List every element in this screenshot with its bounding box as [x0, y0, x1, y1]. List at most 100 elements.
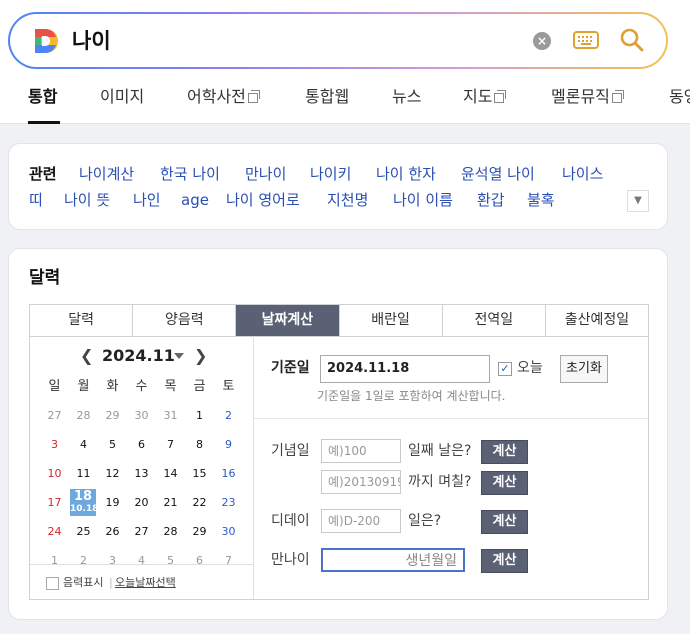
reset-button[interactable]: 초기화	[560, 355, 608, 383]
calendar-day[interactable]: 20	[127, 495, 156, 511]
active-tab-indicator	[28, 121, 60, 124]
related-link[interactable]: 나이 한자	[376, 164, 436, 184]
calendar-day[interactable]: 13	[127, 466, 156, 482]
calendar-day[interactable]: 3	[40, 437, 69, 453]
tab-map[interactable]: 지도	[463, 86, 507, 108]
calendar-day[interactable]: 6	[127, 437, 156, 453]
next-month-icon[interactable]: ❯	[194, 344, 207, 368]
related-link[interactable]: 나이 뜻	[64, 190, 110, 210]
calendar-day[interactable]: 17	[40, 495, 69, 511]
month-header: ❮ 2024.11 ❯	[30, 344, 254, 368]
tab-melon-music[interactable]: 멜론뮤직	[551, 86, 624, 108]
calendar-day[interactable]: 5	[98, 437, 127, 453]
related-link[interactable]: 한국 나이	[160, 164, 220, 184]
calendar-day[interactable]: 9	[214, 437, 243, 453]
clear-icon[interactable]: ×	[533, 32, 551, 50]
calendar-day[interactable]: 26	[98, 524, 127, 540]
dday-input[interactable]: 예)D-200	[321, 509, 401, 533]
date-input[interactable]: 예)20130919	[321, 470, 401, 494]
calendar-day[interactable]: 31	[156, 408, 185, 424]
today-select-link[interactable]: 오늘날짜선택	[115, 576, 176, 590]
base-date-hint: 기준일을 1일로 포함하여 계산합니다.	[317, 389, 506, 403]
base-date-input[interactable]: 2024.11.18	[320, 355, 490, 383]
related-link[interactable]: 윤석열 나이	[461, 164, 535, 184]
calendar-day[interactable]: 27	[127, 524, 156, 540]
today-checkbox[interactable]: ✓	[498, 362, 512, 376]
month-label[interactable]: 2024.11	[102, 344, 175, 368]
calendar-day[interactable]: 27	[40, 408, 69, 424]
calendar-day-today[interactable]: 18 10.18	[70, 489, 98, 516]
tab-date-calc[interactable]: 날짜계산	[236, 305, 340, 336]
tab-discharge[interactable]: 전역일	[443, 305, 546, 336]
calendar-day[interactable]: 28	[69, 408, 98, 424]
search-query[interactable]: 나이	[72, 27, 111, 55]
tab-lunar-solar[interactable]: 양음력	[133, 305, 237, 336]
related-link[interactable]: 나이계산	[79, 164, 134, 184]
prev-month-icon[interactable]: ❮	[80, 344, 93, 368]
calc-form: 기준일 2024.11.18 ✓ 오늘 초기화 기준일을 1일로 포함하여 계산…	[254, 336, 648, 599]
calendar-day[interactable]: 29	[98, 408, 127, 424]
calendar-day[interactable]: 23	[214, 495, 243, 511]
calc-button[interactable]: 계산	[481, 471, 528, 495]
daum-logo-icon	[35, 29, 58, 53]
related-link[interactable]: 지천명	[327, 190, 368, 210]
anniversary-input[interactable]: 예)100	[321, 439, 401, 463]
month-dropdown-icon[interactable]	[174, 353, 184, 359]
related-title: 관련	[29, 165, 57, 183]
calendar-day[interactable]: 11	[69, 466, 98, 482]
tab-images[interactable]: 이미지	[100, 86, 144, 108]
calendar-day[interactable]: 28	[156, 524, 185, 540]
calendar-day[interactable]: 19	[98, 495, 127, 511]
calendar-day[interactable]: 12	[98, 466, 127, 482]
related-link[interactable]: 나이키	[310, 164, 351, 184]
calendar-day[interactable]: 10	[40, 466, 69, 482]
tab-integrated[interactable]: 통합	[28, 86, 57, 108]
calendar-day[interactable]: 14	[156, 466, 185, 482]
mini-calendar-footer: 음력표시 | 오늘날짜선택	[30, 564, 254, 599]
dday-suffix: 일은?	[408, 513, 442, 529]
calendar-day[interactable]: 15	[185, 466, 214, 482]
calendar-day[interactable]: 30	[214, 524, 243, 540]
calendar-day[interactable]: 8	[185, 437, 214, 453]
divider: |	[109, 576, 113, 589]
calendar-day[interactable]: 2	[214, 408, 243, 424]
keyboard-icon[interactable]	[573, 30, 599, 50]
related-link[interactable]: 나인	[133, 190, 161, 210]
related-link[interactable]: 나이스	[562, 164, 603, 184]
related-link[interactable]: age	[181, 190, 209, 210]
lunar-checkbox[interactable]	[46, 577, 59, 590]
calc-button[interactable]: 계산	[481, 549, 528, 573]
tab-ovulation[interactable]: 배란일	[340, 305, 443, 336]
related-link[interactable]: 환갑	[477, 190, 505, 210]
related-link[interactable]: 만나이	[245, 164, 286, 184]
tab-news[interactable]: 뉴스	[392, 86, 421, 108]
calendar-day[interactable]: 7	[156, 437, 185, 453]
calc-button[interactable]: 계산	[481, 510, 528, 534]
tab-web[interactable]: 통합웹	[305, 86, 349, 108]
today-day-number: 18	[73, 489, 93, 504]
related-link[interactable]: 불혹	[527, 190, 555, 210]
calendar-day[interactable]: 4	[69, 437, 98, 453]
birthdate-input[interactable]: 생년월일	[321, 548, 465, 572]
calendar-day[interactable]: 22	[185, 495, 214, 511]
tab-due-date[interactable]: 출산예정일	[546, 305, 648, 336]
related-link[interactable]: 띠	[29, 190, 43, 210]
tab-video[interactable]: 동영	[669, 86, 690, 108]
tab-dictionary[interactable]: 어학사전	[187, 86, 260, 108]
related-link[interactable]: 나이 이름	[393, 190, 453, 210]
external-link-icon	[494, 90, 507, 103]
calendar-day[interactable]: 21	[156, 495, 185, 511]
calendar-day[interactable]: 16	[214, 466, 243, 482]
search-icon[interactable]	[619, 27, 645, 53]
calendar-day[interactable]: 25	[69, 524, 98, 540]
search-bar[interactable]: 나이 ×	[8, 12, 668, 69]
calendar-day[interactable]: 29	[185, 524, 214, 540]
search-tabs: 통합 이미지 어학사전 통합웹 뉴스 지도 멜론뮤직 동영	[0, 86, 690, 124]
calendar-day[interactable]: 1	[185, 408, 214, 424]
calendar-day[interactable]: 24	[40, 524, 69, 540]
calendar-day[interactable]: 30	[127, 408, 156, 424]
tab-calendar[interactable]: 달력	[30, 305, 134, 336]
calc-button[interactable]: 계산	[481, 440, 528, 464]
related-link[interactable]: 나이 영어로	[226, 190, 300, 210]
chevron-down-icon[interactable]: ▼	[627, 190, 649, 212]
